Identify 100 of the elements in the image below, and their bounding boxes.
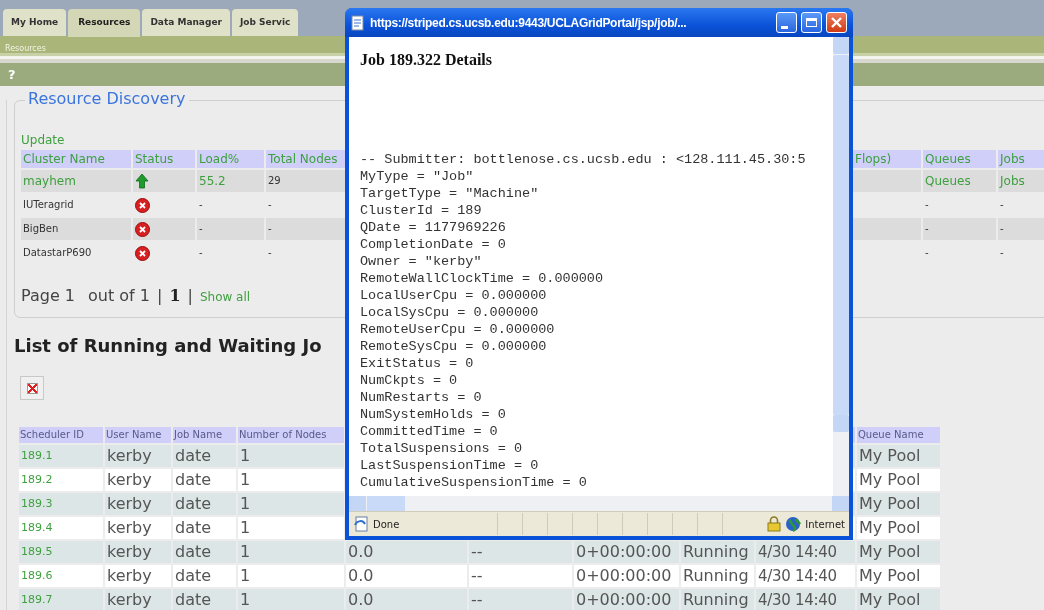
text-line: CommittedTime = 0 xyxy=(360,423,499,440)
job-link[interactable]: 189.4 xyxy=(19,517,103,539)
job-link[interactable]: 189.7 xyxy=(19,589,103,610)
broken-image-icon xyxy=(20,376,44,400)
table-cell-text: - xyxy=(924,198,930,212)
table-cell: - xyxy=(998,218,1044,240)
table-cell-text: - xyxy=(267,246,273,260)
table-cell: 55.2 xyxy=(197,170,264,192)
table-cell-text: - xyxy=(999,246,1005,260)
table-cell: kerby xyxy=(105,445,171,467)
help-link[interactable]: ? xyxy=(8,67,16,82)
minimize-button[interactable] xyxy=(776,12,797,33)
table-cell: -- xyxy=(469,589,572,610)
table-cell: date xyxy=(173,589,236,610)
column-header: Number of Nodes xyxy=(238,427,344,443)
table-cell: 4/30 14:40 xyxy=(756,589,855,610)
table-cell: date xyxy=(173,445,236,467)
show-all-link[interactable]: Show all xyxy=(199,290,251,304)
table-cell: 0.0 xyxy=(346,541,467,563)
table-cell: 1 xyxy=(238,469,344,491)
table-cell: kerby xyxy=(105,469,171,491)
table-cell: - xyxy=(923,218,996,240)
table-link[interactable]: Jobs xyxy=(998,170,1044,192)
column-header: Flops) xyxy=(853,150,921,168)
column-header: Job Name xyxy=(173,427,236,443)
column-header: Status xyxy=(133,150,195,168)
table-cell: 1 xyxy=(238,517,344,539)
table-cell: date xyxy=(173,517,236,539)
table-cell: My Pool xyxy=(857,493,940,515)
horizontal-scrollbar[interactable] xyxy=(349,496,849,511)
text-line: QDate = 1177969226 xyxy=(360,219,507,236)
tab[interactable]: My Home xyxy=(3,9,67,36)
job-link[interactable]: 189.6 xyxy=(19,565,103,587)
tab[interactable]: Job Servic xyxy=(231,9,299,36)
column-header: Jobs xyxy=(998,150,1044,168)
text-line: Owner = "kerby" xyxy=(360,253,483,270)
table-cell: 1 xyxy=(238,565,344,587)
job-link[interactable]: 189.3 xyxy=(19,493,103,515)
table-cell: 0+00:00:00 xyxy=(574,541,679,563)
table-cell: 1 xyxy=(238,541,344,563)
table-cell: 4/30 14:40 xyxy=(756,541,855,563)
table-cell: kerby xyxy=(105,517,171,539)
job-link[interactable]: 189.2 xyxy=(19,469,103,491)
table-cell: kerby xyxy=(105,565,171,587)
text-line: NumCkpts = 0 xyxy=(360,372,459,389)
maximize-button[interactable] xyxy=(801,12,822,33)
table-cell: My Pool xyxy=(857,517,940,539)
text-line: ExitStatus = 0 xyxy=(360,355,475,372)
column-header: Queue Name xyxy=(857,427,940,443)
table-cell: Running xyxy=(681,589,754,610)
breadcrumb[interactable]: Resources xyxy=(5,44,46,53)
table-cell: My Pool xyxy=(857,445,940,467)
table-cell: - xyxy=(197,218,264,240)
lock-icon xyxy=(767,516,782,532)
job-link[interactable]: 189.5 xyxy=(19,541,103,563)
job-link[interactable]: 189.1 xyxy=(19,445,103,467)
close-button[interactable] xyxy=(826,12,847,33)
text-line: LocalSysCpu = 0.000000 xyxy=(360,304,540,321)
table-cell: -- xyxy=(469,565,572,587)
table-cell: kerby xyxy=(105,589,171,610)
cluster-name: BigBen xyxy=(23,223,59,234)
table-cell: date xyxy=(173,469,236,491)
table-cell-text: - xyxy=(924,246,930,260)
table-cell: kerby xyxy=(105,541,171,563)
page-label: Page 1 xyxy=(21,286,75,305)
table-cell: -- xyxy=(469,541,572,563)
current-page: 1 xyxy=(169,286,181,305)
text-line: MyType = "Job" xyxy=(360,168,475,185)
table-cell: 1 xyxy=(238,589,344,610)
tab[interactable]: Data Manager xyxy=(142,9,230,36)
table-cell: 1 xyxy=(238,493,344,515)
window-title: https://striped.cs.ucsb.edu:9443/UCLAGridPortal/jsp/job/... xyxy=(370,15,688,30)
column-header: User Name xyxy=(105,427,171,443)
text-line: NumRestarts = 0 xyxy=(360,389,483,406)
table-cell: 0+00:00:00 xyxy=(574,589,679,610)
empty-cell xyxy=(853,218,921,240)
vertical-scrollbar[interactable] xyxy=(833,37,849,496)
table-cell: date xyxy=(173,493,236,515)
text-line: LastSuspensionTime = 0 xyxy=(360,457,540,474)
table-cell-text: - xyxy=(198,246,204,260)
close-icon xyxy=(831,17,842,28)
table-cell-text: - xyxy=(999,198,1005,212)
page-icon xyxy=(353,516,369,532)
table-cell: 0.0 xyxy=(346,565,467,587)
text-line: RemoteSysCpu = 0.000000 xyxy=(360,338,548,355)
table-cell: Running xyxy=(681,541,754,563)
page-count: out of 1 xyxy=(88,286,150,305)
minimize-icon xyxy=(780,25,788,29)
section-heading: List of Running and Waiting Jo xyxy=(14,335,322,356)
update-link[interactable]: Update xyxy=(21,133,65,147)
cluster-name: IUTeragrid xyxy=(23,199,74,210)
table-cell: date xyxy=(173,541,236,563)
tab[interactable]: Resources xyxy=(68,9,141,37)
table-cell: My Pool xyxy=(857,469,940,491)
globe-icon xyxy=(785,516,802,532)
column-header: Scheduler ID xyxy=(19,427,103,443)
table-link[interactable]: Queues xyxy=(923,170,996,192)
text-line: RemoteUserCpu = 0.000000 xyxy=(360,321,556,338)
text-line: ClusterId = 189 xyxy=(360,202,483,219)
separator: | xyxy=(187,286,193,305)
